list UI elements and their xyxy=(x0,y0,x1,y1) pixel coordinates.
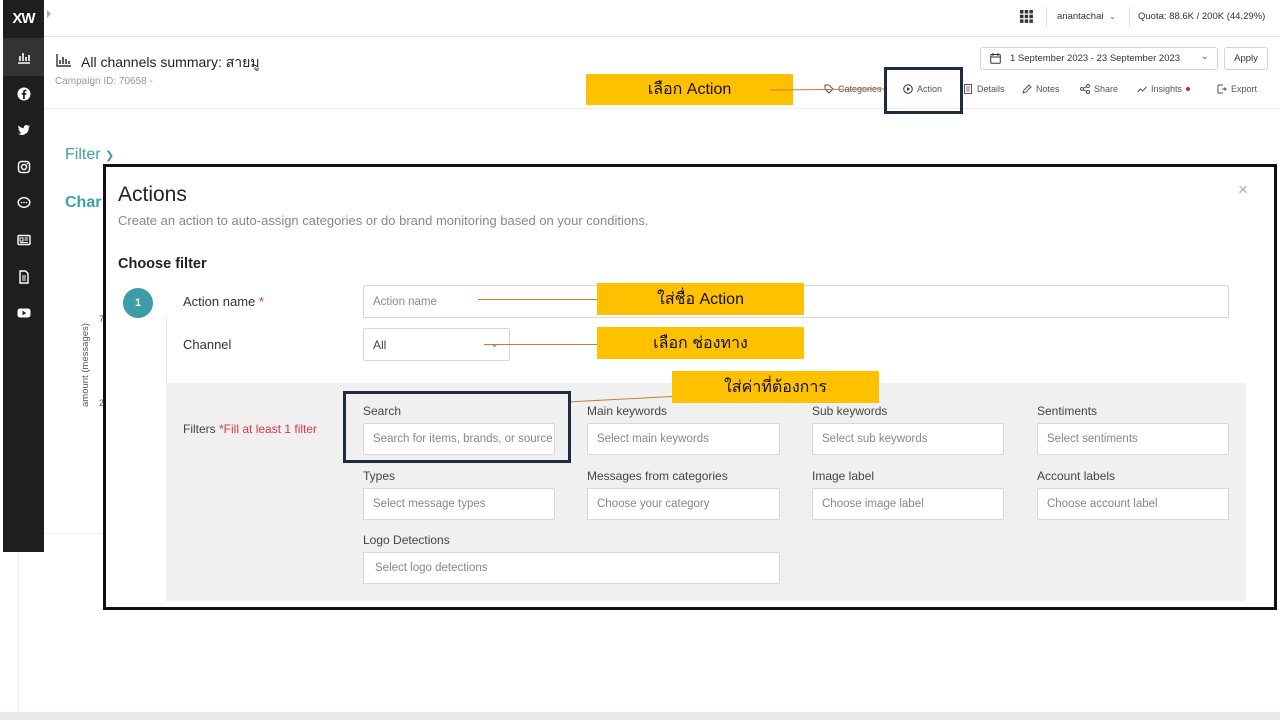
share-icon xyxy=(1080,84,1090,94)
main-keywords-label: Main keywords xyxy=(587,404,668,418)
callout-select-action: เลือก Action xyxy=(586,74,793,105)
callout-connector xyxy=(478,299,597,300)
filters-label: Filters *Fill at least 1 filter xyxy=(183,422,318,436)
bar-chart-icon[interactable] xyxy=(3,47,44,67)
channel-label: Channel xyxy=(183,337,232,352)
filter-label: Filter xyxy=(65,146,101,163)
export-icon xyxy=(1217,84,1227,94)
date-range-picker[interactable]: 1 September 2023 - 23 September 2023 ⌄ xyxy=(980,47,1218,70)
notes-button[interactable]: Notes xyxy=(1022,81,1060,97)
categories-select[interactable]: Choose your category xyxy=(587,488,780,520)
categories-filter-label: Messages from categories xyxy=(587,469,728,483)
topbar-divider xyxy=(1046,7,1047,27)
callout-enter-values: ใส่ค่าที่ต้องการ xyxy=(672,371,879,403)
types-select[interactable]: Select message types xyxy=(363,488,555,520)
twitter-icon[interactable] xyxy=(3,120,44,140)
facebook-icon[interactable] xyxy=(3,84,44,104)
chevron-down-icon: ⌄ xyxy=(1109,12,1116,21)
search-highlight-box xyxy=(343,391,571,463)
chat-icon[interactable] xyxy=(3,193,44,213)
sentiments-label: Sentiments xyxy=(1037,404,1098,418)
youtube-icon[interactable] xyxy=(3,303,44,323)
sub-keywords-placeholder: Select sub keywords xyxy=(822,433,928,445)
sidebar: XW xyxy=(3,0,44,552)
topbar-border xyxy=(44,36,1280,37)
types-placeholder: Select message types xyxy=(373,498,486,510)
callout-select-channel: เลือก ช่องทาง xyxy=(597,327,804,359)
account-labels-label: Account labels xyxy=(1037,469,1116,483)
user-name: anantachai xyxy=(1057,11,1104,22)
news-icon[interactable] xyxy=(3,230,44,250)
chart-heading: Char xyxy=(65,194,102,211)
main-keywords-select[interactable]: Select main keywords xyxy=(587,423,780,455)
logo-detections-select[interactable]: Select logo detections xyxy=(363,552,780,584)
image-label-label: Image label xyxy=(812,469,875,483)
export-button[interactable]: Export xyxy=(1217,81,1257,97)
chevron-down-icon: ⌄ xyxy=(1200,51,1209,62)
calendar-icon xyxy=(990,53,1001,64)
logo-detections-label: Logo Detections xyxy=(363,533,450,547)
sentiments-select[interactable]: Select sentiments xyxy=(1037,423,1229,455)
types-label: Types xyxy=(363,469,396,483)
document-icon[interactable] xyxy=(3,267,44,287)
notification-dot xyxy=(1186,87,1191,91)
filters-hint: *Fill at least 1 filter xyxy=(219,422,318,436)
insights-label: Insights xyxy=(1151,84,1183,94)
chevron-down-icon: ❯ xyxy=(105,150,115,162)
image-label-placeholder: Choose image label xyxy=(822,498,924,510)
apps-grid-icon[interactable] xyxy=(1020,10,1033,28)
callout-enter-name: ใส่ชื่อ Action xyxy=(597,283,804,315)
collapse-arrow-icon[interactable] xyxy=(47,10,51,18)
details-label: Details xyxy=(977,84,1005,94)
modal-subtitle: Create an action to auto-assign categori… xyxy=(118,213,649,228)
app-logo[interactable]: XW xyxy=(3,0,44,36)
main-keywords-placeholder: Select main keywords xyxy=(597,433,709,445)
account-labels-select[interactable]: Choose account label xyxy=(1037,488,1229,520)
share-label: Share xyxy=(1094,84,1119,94)
user-menu[interactable]: anantachai ⌄ xyxy=(1057,11,1116,22)
header-border xyxy=(44,108,1280,109)
action-name-placeholder: Action name xyxy=(373,295,437,308)
step-number: 1 xyxy=(123,288,153,318)
page-edge xyxy=(18,552,19,712)
modal-title: Actions xyxy=(118,183,187,206)
instagram-icon[interactable] xyxy=(3,157,44,177)
logo-detections-placeholder: Select logo detections xyxy=(375,562,488,574)
insights-button[interactable]: Insights xyxy=(1137,81,1191,97)
notes-label: Notes xyxy=(1036,84,1060,94)
bottom-strip xyxy=(0,712,1280,720)
action-highlight-box xyxy=(884,67,963,114)
image-label-select[interactable]: Choose image label xyxy=(812,488,1004,520)
callout-connector xyxy=(484,344,597,345)
section-title: Choose filter xyxy=(118,256,207,272)
action-name-label: Action name * xyxy=(183,294,264,309)
required-mark: * xyxy=(258,294,264,309)
divider xyxy=(44,533,104,534)
export-label: Export xyxy=(1231,84,1258,94)
topbar-divider xyxy=(1129,7,1130,27)
details-icon xyxy=(964,84,972,94)
sub-keywords-select[interactable]: Select sub keywords xyxy=(812,423,1004,455)
date-range-value: 1 September 2023 - 23 September 2023 xyxy=(1010,53,1181,64)
trend-icon xyxy=(1137,86,1147,93)
filter-toggle[interactable]: Filter ❯ xyxy=(65,146,114,164)
quota-indicator: Quota: 88.6K / 200K (44.29%) xyxy=(1138,11,1266,22)
campaign-id: Campaign ID: 70658 - xyxy=(55,76,153,87)
chart-bars-icon xyxy=(56,54,71,72)
share-button[interactable]: Share xyxy=(1080,81,1118,97)
account-labels-placeholder: Choose account label xyxy=(1047,498,1158,510)
categories-placeholder: Choose your category xyxy=(597,498,710,510)
details-button[interactable]: Details xyxy=(963,81,1005,97)
page-title: All channels summary: สายมู xyxy=(81,54,260,70)
close-icon[interactable]: × xyxy=(1238,180,1248,200)
channel-value: All xyxy=(373,337,387,352)
pencil-icon xyxy=(1022,84,1032,94)
sentiments-placeholder: Select sentiments xyxy=(1047,433,1138,445)
y-axis-label: amount (messages) xyxy=(80,323,91,407)
sub-keywords-label: Sub keywords xyxy=(812,404,888,418)
apply-button[interactable]: Apply xyxy=(1224,47,1268,70)
